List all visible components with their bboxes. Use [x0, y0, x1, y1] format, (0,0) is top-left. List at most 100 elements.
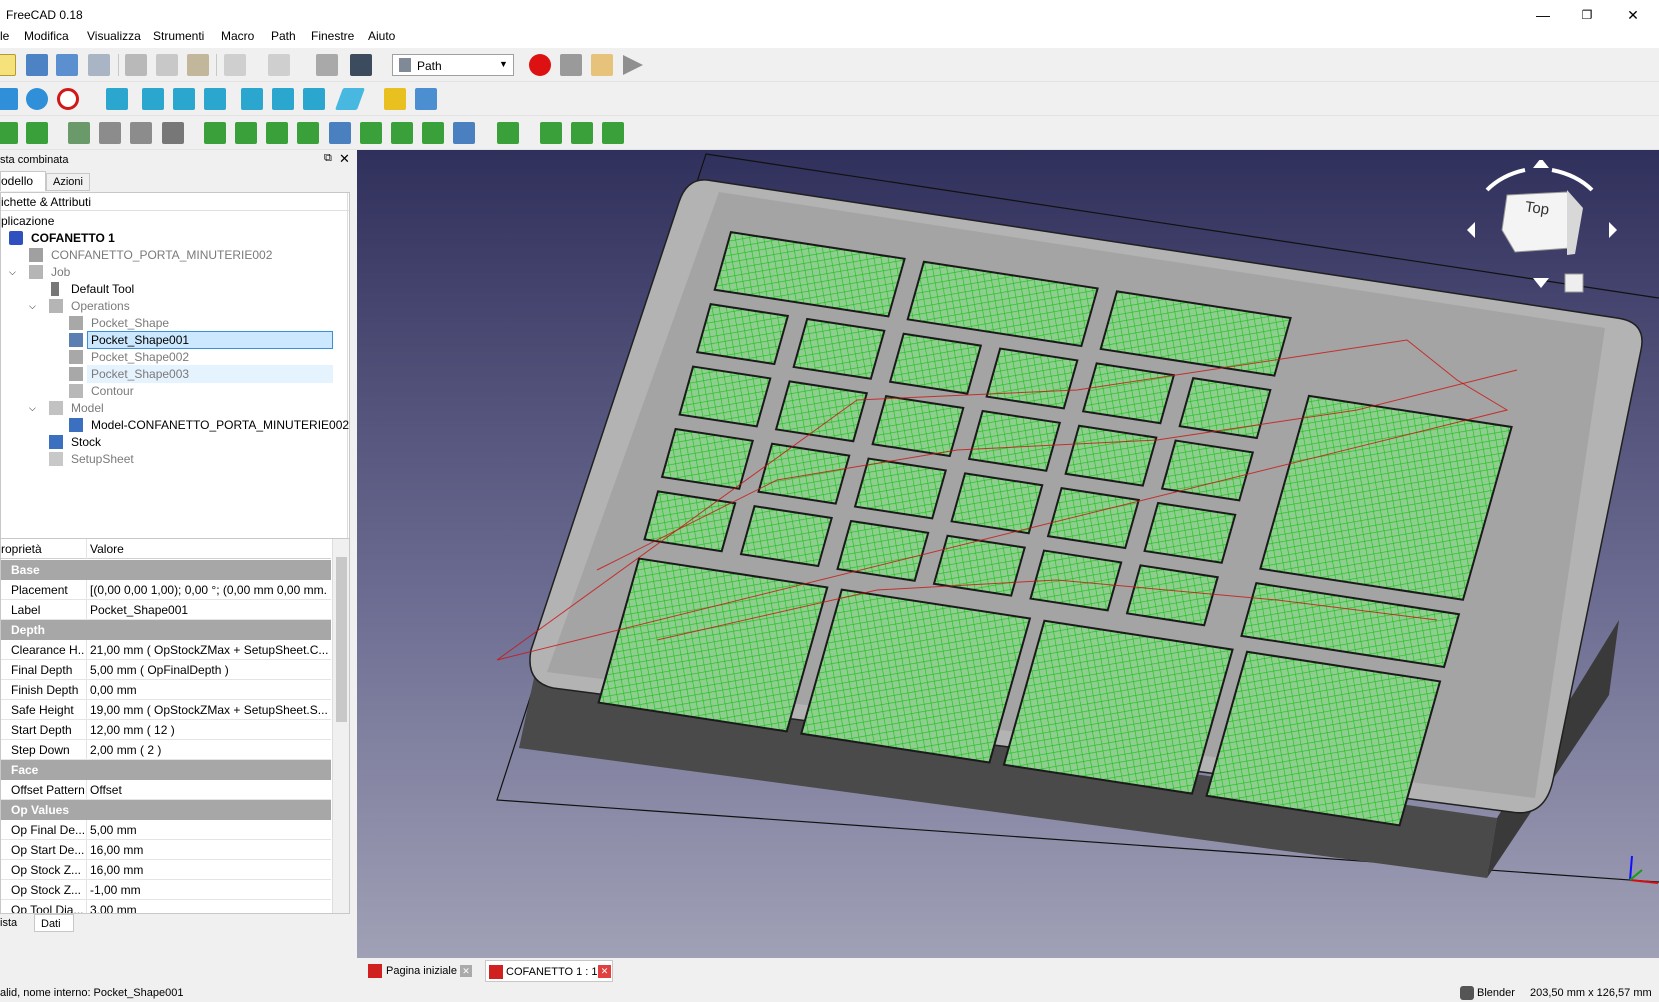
property-value[interactable]: 3,00 mm: [90, 900, 328, 913]
array-icon[interactable]: [571, 122, 593, 144]
property-value[interactable]: 21,00 mm ( OpStockZMax + SetupSheet.C...: [90, 640, 328, 660]
pocket-toolpath[interactable]: [1143, 501, 1237, 564]
property-row[interactable]: Op Final De... 5,00 mm: [1, 820, 331, 840]
mill-face-icon[interactable]: [297, 122, 319, 144]
property-row[interactable]: Clearance H... 21,00 mm ( OpStockZMax + S…: [1, 640, 331, 660]
profile-icon[interactable]: [204, 122, 226, 144]
tab-start-page[interactable]: Pagina iniziale ✕: [366, 960, 474, 982]
refresh-icon[interactable]: [316, 54, 338, 76]
sanity-check-icon[interactable]: [68, 122, 90, 144]
top-view-icon[interactable]: [173, 88, 195, 110]
measure-icon[interactable]: [334, 88, 366, 110]
post-process-icon[interactable]: [26, 122, 48, 144]
expand-arrow-icon[interactable]: ⌵: [29, 400, 36, 417]
deburr-icon[interactable]: [422, 122, 444, 144]
pocket-toolpath[interactable]: [597, 557, 829, 733]
pocket-toolpath[interactable]: [836, 519, 930, 582]
pocket-toolpath[interactable]: [1002, 619, 1234, 795]
property-row[interactable]: Final Depth 5,00 mm ( OpFinalDepth ): [1, 660, 331, 680]
copy-op-icon[interactable]: [540, 122, 562, 144]
fit-selection-icon[interactable]: [26, 88, 48, 110]
part-icon[interactable]: [384, 88, 406, 110]
property-value[interactable]: 5,00 mm: [90, 820, 328, 840]
draw-style-icon[interactable]: [57, 88, 79, 110]
tool-library-icon[interactable]: [99, 122, 121, 144]
property-group-header[interactable]: Op Values: [1, 800, 331, 820]
close-panel-icon[interactable]: ✕: [339, 151, 350, 167]
property-group-header[interactable]: Face: [1, 760, 331, 780]
property-scrollbar[interactable]: [332, 539, 349, 913]
float-icon[interactable]: ⧉: [324, 152, 332, 165]
pocket-toolpath[interactable]: [678, 365, 772, 428]
pocket-toolpath[interactable]: [1178, 377, 1272, 440]
menu-macro[interactable]: Macro: [221, 29, 254, 43]
rear-view-icon[interactable]: [241, 88, 263, 110]
scrollbar-thumb[interactable]: [336, 557, 347, 722]
record-macro-icon[interactable]: [529, 54, 551, 76]
tool-table-icon[interactable]: [130, 122, 152, 144]
pocket-toolpath[interactable]: [950, 472, 1044, 535]
pocket-toolpath[interactable]: [1125, 564, 1219, 627]
property-value[interactable]: 12,00 mm ( 12 ): [90, 720, 328, 740]
pocket-shape-icon[interactable]: [266, 122, 288, 144]
close-button[interactable]: ✕: [1613, 4, 1653, 26]
property-row[interactable]: Op Start De... 16,00 mm: [1, 840, 331, 860]
tab-cofanetto[interactable]: COFANETTO 1 : 1 ✕: [485, 960, 613, 982]
property-row[interactable]: Safe Height 19,00 mm ( OpStockZMax + Setu…: [1, 700, 331, 720]
property-value[interactable]: 16,00 mm: [90, 840, 328, 860]
pocket-toolpath[interactable]: [1205, 650, 1442, 827]
close-tab-icon[interactable]: ✕: [598, 965, 611, 978]
pocket-toolpath[interactable]: [1064, 424, 1158, 487]
expand-arrow-icon[interactable]: ⌵: [9, 264, 16, 281]
property-value[interactable]: [(0,00 0,00 1,00); 0,00 °; (0,00 mm 0,00…: [90, 580, 328, 600]
copy-icon[interactable]: [156, 54, 178, 76]
save-icon[interactable]: [56, 54, 78, 76]
pocket-toolpath[interactable]: [799, 588, 1032, 764]
property-value[interactable]: 19,00 mm ( OpStockZMax + SetupSheet.S...: [90, 700, 328, 720]
stop-macro-icon[interactable]: [560, 54, 582, 76]
macro-editor-icon[interactable]: [591, 54, 613, 76]
menu-path[interactable]: Path: [271, 29, 296, 43]
tab-dati[interactable]: Dati: [34, 914, 74, 932]
property-row[interactable]: Op Stock Z... 16,00 mm: [1, 860, 331, 880]
tab-azioni[interactable]: Azioni: [46, 173, 90, 191]
pocket-toolpath[interactable]: [932, 534, 1026, 597]
right-view-icon[interactable]: [204, 88, 226, 110]
fit-all-icon[interactable]: [0, 88, 18, 110]
bottom-view-icon[interactable]: [272, 88, 294, 110]
navigation-cube[interactable]: Top: [1447, 158, 1647, 310]
menu-strumenti[interactable]: Strumenti: [153, 29, 204, 43]
dressup-icon[interactable]: [602, 122, 624, 144]
property-row[interactable]: Label Pocket_Shape001: [1, 600, 331, 620]
front-view-icon[interactable]: [142, 88, 164, 110]
property-value[interactable]: Pocket_Shape001: [90, 600, 328, 620]
restore-button[interactable]: ❐: [1567, 4, 1607, 26]
redo-icon[interactable]: [268, 54, 290, 76]
adaptive-icon[interactable]: [360, 122, 382, 144]
property-value[interactable]: 2,00 mm ( 2 ): [90, 740, 328, 760]
tab-vista[interactable]: ista: [0, 914, 30, 932]
job-icon[interactable]: [0, 122, 18, 144]
pocket-toolpath[interactable]: [739, 505, 833, 568]
property-row[interactable]: Op Tool Dia... 3,00 mm: [1, 900, 331, 913]
minimize-button[interactable]: —: [1523, 4, 1563, 26]
tab-modello[interactable]: odello: [0, 171, 46, 191]
vcarve-icon[interactable]: [497, 122, 519, 144]
pocket-toolpath[interactable]: [1046, 487, 1141, 550]
property-value[interactable]: 5,00 mm ( OpFinalDepth ): [90, 660, 328, 680]
tree-item-application[interactable]: plicazione: [1, 213, 54, 230]
pocket-toolpath[interactable]: [853, 457, 948, 520]
menu-modifica[interactable]: Modifica: [24, 29, 69, 43]
engrave-icon[interactable]: [391, 122, 413, 144]
whats-this-icon[interactable]: [350, 54, 372, 76]
pocket-toolpath[interactable]: [757, 442, 851, 505]
save-as-icon[interactable]: [88, 54, 110, 76]
group-icon[interactable]: [415, 88, 437, 110]
left-view-icon[interactable]: [303, 88, 325, 110]
isometric-view-icon[interactable]: [106, 88, 128, 110]
open-icon[interactable]: [26, 54, 48, 76]
new-document-icon[interactable]: [0, 54, 16, 76]
property-value[interactable]: 16,00 mm: [90, 860, 328, 880]
pocket-toolpath[interactable]: [792, 317, 886, 380]
property-row[interactable]: Step Down 2,00 mm ( 2 ): [1, 740, 331, 760]
